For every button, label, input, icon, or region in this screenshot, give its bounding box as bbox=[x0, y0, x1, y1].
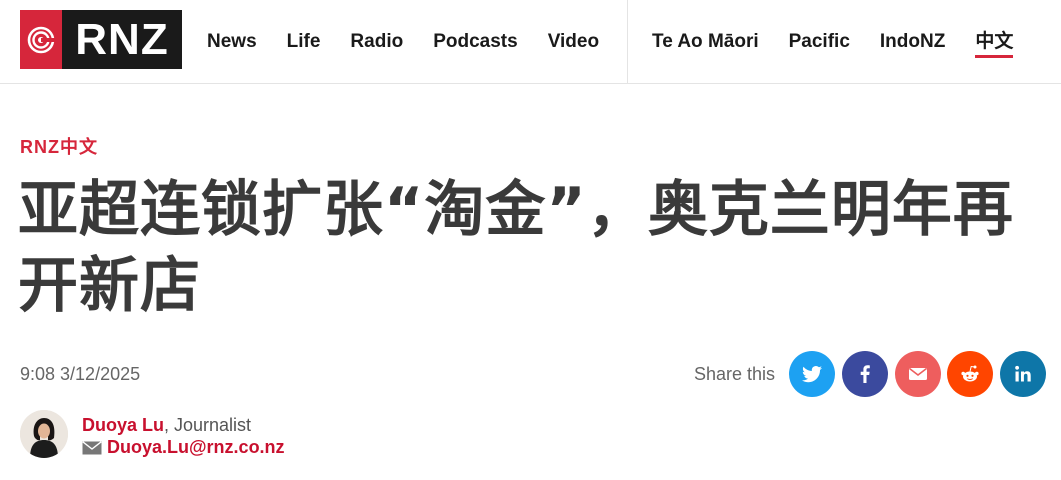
nav-radio[interactable]: Radio bbox=[350, 30, 403, 54]
primary-nav: News Life Radio Podcasts Video bbox=[207, 30, 629, 54]
nav-news[interactable]: News bbox=[207, 30, 257, 54]
share-email-button[interactable] bbox=[895, 351, 941, 397]
share-facebook-button[interactable] bbox=[842, 351, 888, 397]
rnz-logo[interactable]: RNZ bbox=[20, 10, 182, 69]
logo-wordmark: RNZ bbox=[75, 15, 169, 64]
site-header: RNZ News Life Radio Podcasts Video Te Ao… bbox=[0, 0, 1061, 84]
nav-life[interactable]: Life bbox=[287, 30, 321, 54]
secondary-nav: Te Ao Māori Pacific IndoNZ 中文 bbox=[652, 30, 1043, 58]
share-linkedin-button[interactable] bbox=[1000, 351, 1046, 397]
nav-divider bbox=[627, 0, 628, 84]
linkedin-icon bbox=[1015, 365, 1031, 382]
author-avatar[interactable] bbox=[20, 410, 68, 458]
article-headline: 亚超连锁扩张“淘金”，奥克兰明年再开新店 bbox=[18, 175, 1014, 321]
reddit-icon bbox=[961, 365, 979, 382]
author-email-line: Duoya.Lu@rnz.co.nz bbox=[82, 437, 285, 458]
author-byline: Duoya Lu, Journalist bbox=[82, 415, 251, 436]
nav-chinese[interactable]: 中文 bbox=[975, 30, 1014, 58]
nav-te-ao-maori[interactable]: Te Ao Māori bbox=[652, 30, 759, 58]
facebook-icon bbox=[860, 365, 870, 383]
nav-podcasts[interactable]: Podcasts bbox=[433, 30, 517, 54]
author-email-link[interactable]: Duoya.Lu@rnz.co.nz bbox=[107, 437, 285, 458]
share-reddit-button[interactable] bbox=[947, 351, 993, 397]
envelope-icon bbox=[82, 440, 102, 454]
nav-indonz[interactable]: IndoNZ bbox=[880, 30, 945, 58]
author-role: , Journalist bbox=[164, 415, 252, 435]
nav-pacific[interactable]: Pacific bbox=[789, 30, 850, 58]
envelope-icon bbox=[909, 367, 927, 380]
nav-video[interactable]: Video bbox=[548, 30, 599, 54]
rnz-swirl-icon bbox=[20, 10, 62, 69]
twitter-icon bbox=[802, 366, 822, 383]
share-twitter-button[interactable] bbox=[789, 351, 835, 397]
section-label[interactable]: RNZ中文 bbox=[20, 133, 98, 159]
share-label: Share this bbox=[694, 364, 776, 384]
publish-timestamp: 9:08 3/12/2025 bbox=[20, 364, 141, 384]
author-name-link[interactable]: Duoya Lu bbox=[82, 415, 164, 435]
